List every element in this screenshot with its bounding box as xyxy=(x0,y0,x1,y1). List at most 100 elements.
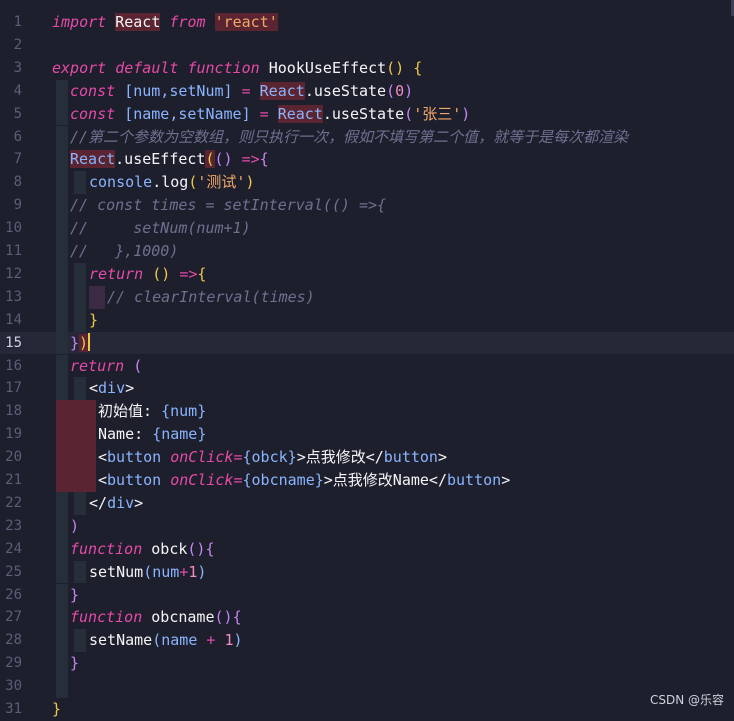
code-line[interactable]: 9 // const times = setInterval(() =>{ xyxy=(0,194,734,218)
code-text: return () =>{ xyxy=(89,264,207,283)
line-number: 7 xyxy=(13,151,22,168)
code-line[interactable]: 18 初始值: {num} xyxy=(0,400,734,424)
indent-guide xyxy=(56,308,68,332)
watermark: CSDN @乐容 xyxy=(649,693,724,707)
line-number: 17 xyxy=(5,380,22,397)
code-text: // },1000) xyxy=(70,242,179,260)
code-text: </div> xyxy=(89,493,144,512)
code-editor[interactable]: 1 import React from 'react' 2 3 export d… xyxy=(0,0,734,718)
code-text: setNum(num+1) xyxy=(89,562,207,581)
indent-guide xyxy=(56,377,68,401)
indent-guide xyxy=(74,285,86,309)
error-indent-highlight xyxy=(56,423,96,447)
code-line[interactable]: 11 // },1000) xyxy=(0,240,734,263)
line-number: 20 xyxy=(5,449,22,466)
line-number: 19 xyxy=(5,426,22,443)
code-text: // clearInterval(times) xyxy=(107,287,315,306)
code-line[interactable]: 5 const [name,setName] = React.useState(… xyxy=(0,102,734,126)
code-line[interactable]: 22 </div> xyxy=(0,491,734,515)
error-indent-highlight xyxy=(56,469,96,492)
indent-guide xyxy=(56,606,68,630)
code-text: } xyxy=(52,700,62,718)
code-line[interactable]: 29 } xyxy=(0,652,734,676)
code-text: function obcname(){ xyxy=(70,608,242,627)
indent-guide xyxy=(56,171,68,195)
line-number: 11 xyxy=(5,243,22,259)
line-number: 2 xyxy=(13,36,22,53)
code-text: <div> xyxy=(89,379,135,398)
code-line[interactable]: 25 setNum(num+1) xyxy=(0,560,734,584)
indent-guide xyxy=(56,262,68,286)
code-line[interactable]: 10 // setNum(num+1) xyxy=(0,217,734,240)
code-line[interactable]: 13 // clearInterval(times) xyxy=(0,285,734,309)
code-line[interactable]: 3 export default function HookUseEffect(… xyxy=(0,57,734,80)
code-text: console.log('测试') xyxy=(89,173,255,192)
line-number: 3 xyxy=(13,59,22,76)
line-number: 12 xyxy=(5,265,22,282)
indent-guide xyxy=(56,102,68,126)
line-number: 25 xyxy=(5,563,22,580)
code-line[interactable]: 14 } xyxy=(0,308,734,332)
indent-guide xyxy=(89,285,105,309)
code-text: //第二个参数为空数组，则只执行一次，假如不填写第二个值，就等于是每次都渲染 xyxy=(70,127,629,146)
code-line[interactable]: 17 <div> xyxy=(0,377,734,401)
code-text: <button onClick={obcname}>点我修改Name</butt… xyxy=(98,471,511,489)
indent-guide xyxy=(56,629,68,653)
indent-guide xyxy=(74,491,86,515)
line-number: 29 xyxy=(5,655,22,672)
code-line[interactable]: 26 } xyxy=(0,583,734,607)
code-line[interactable]: 23 ) xyxy=(0,514,734,538)
code-line[interactable]: 20 <button onClick={obck}>点我修改</button> xyxy=(0,446,734,469)
code-line[interactable]: 21 <button onClick={obcname}>点我修改Name</b… xyxy=(0,469,734,492)
indent-guide xyxy=(74,171,86,195)
line-number: 9 xyxy=(13,197,22,214)
code-line-current[interactable]: 15 }) xyxy=(0,331,734,355)
code-line[interactable]: 6 //第二个参数为空数组，则只执行一次，假如不填写第二个值，就等于是每次都渲染 xyxy=(0,125,734,149)
code-line[interactable]: 27 function obcname(){ xyxy=(0,606,734,630)
indent-guide xyxy=(56,560,68,584)
code-text: 初始值: {num} xyxy=(98,402,207,421)
line-number: 8 xyxy=(13,174,22,191)
code-line[interactable]: 4 const [num,setNum] = React.useState(0) xyxy=(0,79,734,103)
code-text: // setNum(num+1) xyxy=(70,219,251,238)
code-text: <button onClick={obck}>点我修改</button> xyxy=(98,448,447,467)
line-number: 16 xyxy=(5,357,22,374)
code-text: const [name,setName] = React.useState('张… xyxy=(70,104,471,123)
line-number: 1 xyxy=(13,14,22,30)
line-number: 26 xyxy=(5,586,22,603)
line-number: 5 xyxy=(13,105,22,122)
indent-guide xyxy=(56,240,68,263)
code-line[interactable]: 1 import React from 'react' xyxy=(0,11,734,34)
indent-guide xyxy=(56,125,68,149)
code-text: return ( xyxy=(70,356,143,375)
code-line[interactable]: 24 function obck(){ xyxy=(0,537,734,561)
line-number: 18 xyxy=(5,403,22,420)
line-number: 27 xyxy=(5,609,22,626)
indent-guide xyxy=(74,308,86,332)
line-number: 15 xyxy=(5,334,22,351)
indent-guide xyxy=(56,537,68,561)
line-number: 10 xyxy=(5,220,22,237)
line-number: 13 xyxy=(5,288,22,305)
indent-guide xyxy=(56,354,68,378)
line-number: 23 xyxy=(5,517,22,534)
code-line[interactable]: 8 console.log('测试') xyxy=(0,171,734,195)
code-line[interactable]: 2 xyxy=(0,34,734,57)
code-line[interactable]: 12 return () =>{ xyxy=(0,262,734,286)
code-line[interactable]: 7 React.useEffect(() =>{ xyxy=(0,148,734,172)
indent-guide xyxy=(74,629,86,653)
code-line[interactable]: 19 Name: {name} xyxy=(0,423,734,447)
code-line[interactable]: 28 setName(name + 1) xyxy=(0,629,734,653)
code-text: export default function HookUseEffect() … xyxy=(52,58,423,77)
error-indent-highlight xyxy=(56,446,96,469)
code-line[interactable]: 30 xyxy=(0,675,734,698)
line-number: 28 xyxy=(5,632,22,649)
indent-guide xyxy=(56,285,68,309)
text-cursor xyxy=(88,332,91,351)
indent-guide xyxy=(56,194,68,218)
code-line[interactable]: 31 } xyxy=(0,698,734,721)
indent-guide xyxy=(74,377,86,401)
indent-guide xyxy=(74,262,86,286)
code-line[interactable]: 16 return ( xyxy=(0,354,734,378)
code-text: const [num,setNum] = React.useState(0) xyxy=(70,81,414,100)
